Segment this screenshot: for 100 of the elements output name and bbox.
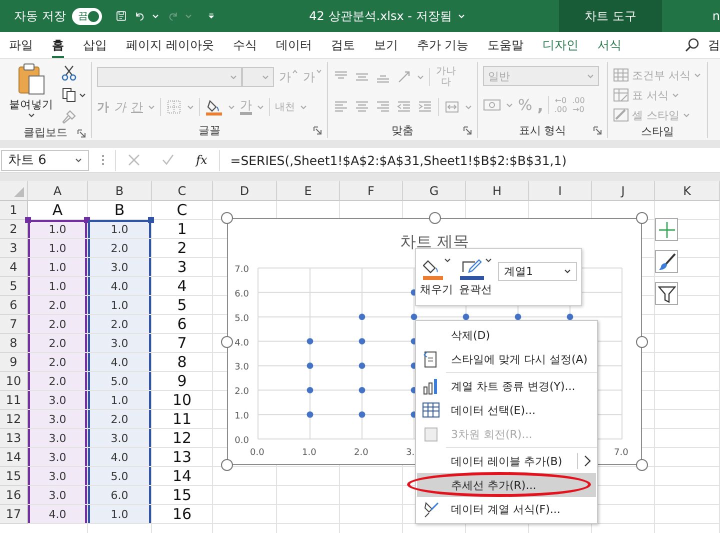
row-header[interactable]: 8 — [0, 334, 28, 353]
menu-item[interactable]: 계열 차트 종류 변경(Y)... — [417, 374, 596, 398]
row-header[interactable]: 4 — [0, 258, 28, 277]
menu-item[interactable]: 데이터 계열 서식(F)... — [417, 497, 596, 521]
column-header[interactable]: A — [28, 181, 88, 201]
table-cell: 7 — [152, 334, 213, 353]
menu-item[interactable]: 삭제(D) — [417, 323, 596, 347]
chart-title[interactable]: 차트 제목 — [400, 232, 470, 251]
row-header[interactable]: 10 — [0, 372, 28, 391]
ribbon-tab[interactable]: 디자인 — [542, 32, 579, 58]
range-handle[interactable] — [25, 217, 31, 223]
menu-item[interactable]: 스타일에 맞게 다시 설정(A) — [417, 347, 596, 371]
column-header[interactable]: K — [655, 181, 720, 201]
axis-label: 1.0 — [302, 448, 316, 458]
row-header[interactable]: 16 — [0, 486, 28, 505]
row-header[interactable]: 11 — [0, 391, 28, 410]
ribbon-tab[interactable]: 페이지 레이아웃 — [126, 32, 214, 58]
ribbon-tab[interactable]: 데이터 — [276, 32, 312, 58]
column-header[interactable]: G — [403, 181, 466, 201]
data-point[interactable] — [566, 314, 574, 320]
row-header[interactable]: 1 — [0, 201, 28, 220]
chart-filters-button[interactable] — [655, 282, 678, 305]
name-box[interactable]: 차트 6 — [1, 150, 89, 170]
data-point[interactable] — [358, 411, 366, 418]
outline-button[interactable]: 윤곽선 — [459, 258, 492, 296]
row-header[interactable]: 6 — [0, 296, 28, 315]
row-header[interactable]: 14 — [0, 448, 28, 467]
row-header[interactable]: 3 — [0, 239, 28, 258]
data-point[interactable] — [306, 362, 314, 369]
column-header[interactable]: E — [277, 181, 340, 201]
row-header[interactable]: 9 — [0, 353, 28, 372]
range-handle[interactable] — [148, 217, 154, 223]
brush-icon — [658, 252, 676, 270]
data-point[interactable] — [306, 411, 314, 418]
autosave-toggle[interactable]: 끔 — [72, 8, 102, 24]
search-label[interactable]: 검 — [708, 36, 720, 54]
column-header[interactable]: D — [213, 181, 277, 201]
data-point[interactable] — [358, 314, 366, 320]
formula-field[interactable]: =SERIES(,Sheet1!$A$2:$A$31,Sheet1!$B$2:$B$31,1) — [220, 150, 720, 170]
insert-function-button[interactable]: fx — [196, 153, 208, 167]
copy-icon[interactable] — [61, 87, 77, 103]
data-point[interactable] — [358, 338, 366, 344]
row-header[interactable]: 5 — [0, 277, 28, 296]
ribbon-tab[interactable]: 보기 — [374, 32, 398, 58]
data-point[interactable] — [306, 338, 314, 344]
row-header[interactable]: 7 — [0, 315, 28, 334]
table-cell: 6 — [152, 315, 213, 334]
column-header[interactable]: B — [88, 181, 152, 201]
table-cell: 3 — [152, 258, 213, 277]
ribbon-tab[interactable]: 삽입 — [83, 32, 107, 58]
chart-elements-button[interactable] — [655, 218, 678, 241]
menu-item[interactable]: 데이터 선택(E)... — [417, 398, 596, 422]
axis-label: 5.0 — [234, 314, 249, 324]
data-point[interactable] — [514, 314, 522, 320]
axis-label: 2.0 — [234, 387, 249, 398]
table-cell: 3.0 — [88, 429, 152, 448]
column-header[interactable]: J — [592, 181, 655, 201]
series-dropdown[interactable]: 계열1 — [498, 262, 577, 280]
axis-label: 3. — [406, 448, 415, 458]
row-header[interactable]: 17 — [0, 505, 28, 524]
chart-styles-button[interactable] — [655, 250, 678, 273]
customize-icon[interactable] — [208, 11, 215, 21]
ribbon-tab[interactable]: 파일 — [9, 32, 33, 58]
data-point[interactable] — [306, 386, 314, 394]
menu-item[interactable]: 데이터 레이블 추가(B) — [417, 449, 596, 473]
data-point[interactable] — [358, 362, 366, 369]
scissors-icon[interactable] — [61, 65, 77, 81]
column-header[interactable]: I — [529, 181, 592, 201]
row-header[interactable]: 12 — [0, 410, 28, 429]
caret-icon — [672, 92, 678, 98]
data-point[interactable] — [410, 314, 418, 320]
table-cell: 2.0 — [88, 239, 152, 258]
caret-icon — [79, 92, 86, 98]
data-point[interactable] — [358, 386, 366, 394]
launcher-icon[interactable] — [77, 129, 86, 138]
ribbon-tab[interactable]: 추가 기능 — [416, 32, 469, 58]
table-cell: 13 — [152, 448, 213, 467]
table-cell: 1.0 — [28, 220, 88, 239]
paste-button[interactable]: 붙여넣기 — [5, 62, 57, 125]
column-header[interactable]: F — [340, 181, 403, 201]
table-cell: 14 — [152, 467, 213, 486]
check-icon[interactable] — [162, 154, 174, 166]
column-header[interactable]: H — [466, 181, 529, 201]
axis-label: 7.0 — [234, 265, 249, 275]
row-header[interactable]: 13 — [0, 429, 28, 448]
data-point[interactable] — [462, 314, 470, 320]
fill-button[interactable]: 채우기 — [420, 258, 453, 296]
table-cell: 2.0 — [88, 315, 152, 334]
ribbon-tab[interactable]: 도움말 — [488, 32, 524, 58]
ribbon-tab[interactable]: 수식 — [232, 32, 257, 58]
ribbon-tab[interactable]: 검토 — [330, 32, 355, 58]
table-cell: 3.0 — [28, 467, 88, 486]
search-icon[interactable] — [684, 37, 700, 53]
caret-icon — [484, 258, 492, 262]
row-header[interactable]: 2 — [0, 220, 28, 239]
column-header[interactable]: C — [152, 181, 213, 201]
row-header[interactable]: 15 — [0, 467, 28, 486]
ribbon-tab[interactable]: 서식 — [598, 32, 622, 58]
caret-icon — [28, 113, 34, 118]
axis-label: 2.0 — [354, 448, 368, 458]
